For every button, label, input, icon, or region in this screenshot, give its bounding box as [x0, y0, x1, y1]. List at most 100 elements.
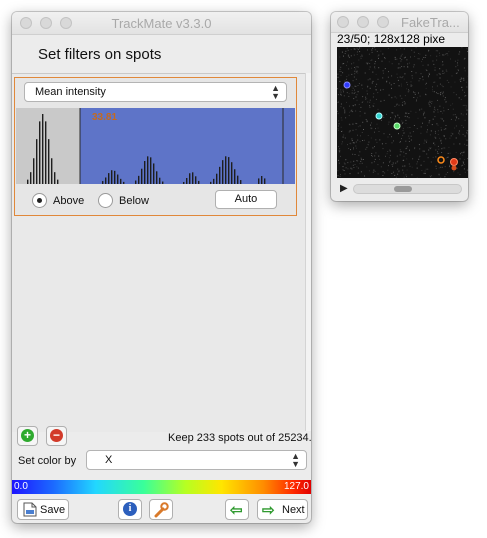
next-button[interactable]: ⇨ Next [257, 499, 308, 520]
frame-slider[interactable] [353, 184, 462, 194]
noise-pixel [407, 63, 409, 65]
noise-pixel [343, 162, 345, 164]
noise-pixel [443, 107, 444, 109]
noise-pixel [371, 59, 373, 61]
frame-slider-thumb[interactable] [394, 186, 412, 192]
feature-select[interactable]: Mean intensity ▲ ▼ [24, 82, 287, 102]
noise-pixel [371, 155, 372, 156]
noise-pixel [436, 59, 438, 61]
chevron-updown-icon: ▲ ▼ [291, 451, 300, 469]
noise-pixel [431, 124, 433, 126]
histogram[interactable]: 33.81 [16, 108, 295, 184]
previous-button[interactable]: ⇦ [225, 499, 249, 520]
noise-pixel [396, 103, 398, 105]
color-feature-select[interactable]: X ▲ ▼ [86, 450, 307, 470]
histogram-bar [156, 171, 158, 184]
noise-pixel [466, 132, 468, 134]
info-button[interactable]: i [118, 499, 142, 520]
save-button[interactable]: Save [17, 499, 69, 520]
noise-pixel [422, 79, 424, 81]
trackmate-window: TrackMate v3.3.0 Set filters on spots Me… [12, 12, 311, 523]
noise-pixel [349, 173, 351, 175]
close-window-button[interactable] [337, 16, 349, 28]
histogram-bar [147, 156, 149, 184]
noise-pixel [367, 49, 368, 51]
noise-pixel [437, 153, 439, 154]
above-radio[interactable] [32, 193, 47, 208]
noise-pixel [464, 143, 466, 145]
noise-pixel [396, 155, 398, 157]
auto-button[interactable]: Auto [215, 190, 277, 209]
noise-pixel [411, 71, 413, 72]
noise-pixel [424, 57, 426, 58]
noise-pixel [356, 99, 358, 101]
noise-pixel [408, 135, 410, 137]
noise-pixel [351, 92, 353, 94]
noise-pixel [395, 116, 396, 118]
minimize-window-button[interactable] [357, 16, 369, 28]
noise-pixel [417, 117, 419, 119]
noise-pixel [343, 170, 345, 171]
noise-pixel [456, 167, 458, 169]
remove-filter-button[interactable]: − [46, 426, 67, 446]
noise-pixel [443, 91, 444, 93]
image-canvas[interactable] [337, 47, 468, 178]
noise-pixel [410, 139, 412, 141]
noise-pixel [461, 47, 463, 49]
noise-pixel [419, 148, 421, 150]
noise-pixel [368, 170, 370, 172]
noise-pixel [358, 83, 360, 85]
noise-pixel [407, 84, 408, 86]
noise-pixel [408, 113, 410, 114]
vertical-scrollbar[interactable] [305, 73, 311, 431]
keep-count-text: Keep 233 spots out of 25234. [168, 432, 311, 444]
noise-pixel [393, 171, 394, 173]
noise-pixel [416, 99, 417, 101]
feature-select-value: Mean intensity [35, 86, 106, 98]
noise-pixel [371, 82, 373, 84]
below-radio[interactable] [98, 193, 113, 208]
noise-pixel [413, 51, 415, 53]
noise-pixel [435, 165, 437, 167]
noise-pixel [424, 172, 426, 174]
noise-pixel [404, 115, 406, 117]
histogram-bar [237, 175, 239, 184]
noise-pixel [430, 55, 432, 57]
noise-pixel [361, 84, 363, 86]
noise-pixel [407, 91, 409, 93]
noise-pixel [338, 150, 340, 152]
noise-pixel [360, 56, 362, 58]
noise-pixel [422, 114, 424, 116]
noise-pixel [449, 152, 451, 154]
noise-pixel [406, 59, 408, 61]
noise-pixel [367, 79, 369, 81]
noise-pixel [431, 103, 433, 105]
play-icon[interactable]: ▶ [340, 183, 348, 194]
zoom-window-button[interactable] [377, 16, 389, 28]
add-filter-button[interactable]: + [17, 426, 38, 446]
noise-pixel [369, 99, 371, 101]
noise-pixel [401, 138, 402, 140]
noise-pixel [399, 67, 401, 69]
tools-button[interactable] [149, 499, 173, 520]
noise-pixel [360, 47, 362, 49]
noise-pixel [400, 83, 402, 85]
spot-marker [375, 112, 383, 120]
noise-pixel [449, 164, 451, 166]
noise-pixel [406, 112, 408, 114]
noise-pixel [378, 67, 380, 69]
noise-pixel [402, 121, 404, 123]
noise-pixel [463, 151, 465, 153]
noise-pixel [435, 50, 437, 52]
noise-pixel [371, 49, 373, 51]
noise-pixel [434, 109, 436, 111]
noise-pixel [441, 148, 443, 150]
noise-pixel [434, 106, 436, 108]
noise-pixel [385, 143, 387, 144]
histogram-bar [210, 181, 212, 184]
noise-pixel [401, 151, 403, 153]
noise-pixel [351, 86, 353, 88]
next-label: Next [282, 504, 305, 516]
noise-pixel [452, 114, 454, 116]
noise-pixel [451, 75, 453, 77]
